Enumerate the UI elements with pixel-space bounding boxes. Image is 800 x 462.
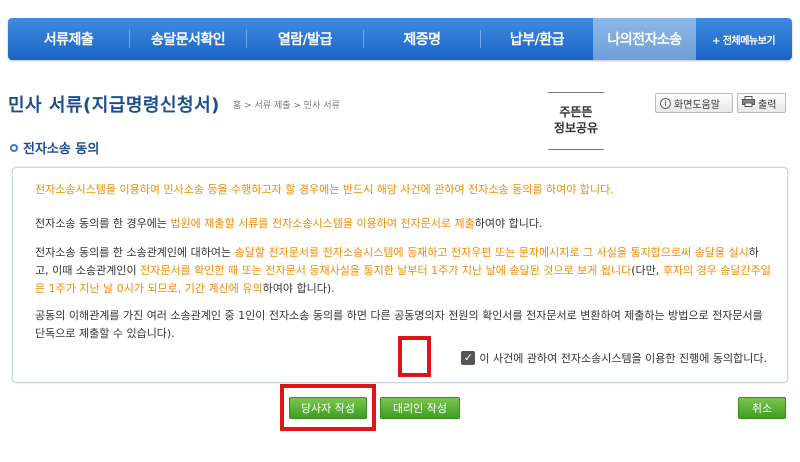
agree-checkbox[interactable]: ✓ xyxy=(461,351,476,365)
p3-text-4: 하여야 합니다). xyxy=(262,282,335,295)
info-icon: i xyxy=(660,97,671,109)
info-share-box[interactable]: 주뜬뜬 정보공유 xyxy=(548,92,604,150)
p2-highlight: 법원에 제출할 서류를 전자소송시스템을 이용하여 전자문서로 제출 xyxy=(170,217,475,230)
breadcrumb: 홈 > 서류 제출 > 민사 서류 xyxy=(233,101,340,111)
p2-text-end: 하여야 합니다. xyxy=(474,217,543,230)
share-line1: 주뜬뜬 xyxy=(559,105,593,119)
p2-text: 전자소송 동의를 한 경우에는 xyxy=(35,217,171,230)
nav-item-certificate[interactable]: 제증명 xyxy=(364,18,480,60)
p3-text: 전자소송 동의를 한 소송관계인에 대하여는 xyxy=(35,246,235,259)
print-button[interactable]: 출력 xyxy=(737,93,786,113)
p3-text-3: (다만, xyxy=(631,264,663,277)
cancel-button[interactable]: 취소 xyxy=(738,397,786,419)
share-line2: 정보공유 xyxy=(553,121,599,135)
p3-highlight-1: 송달할 전자문서를 전자소송시스템에 등재하고 전자우편 또는 문자메시지로 그… xyxy=(234,246,749,259)
screen-help-label: 화면도움말 xyxy=(674,99,720,111)
printer-icon xyxy=(742,96,755,110)
party-write-button[interactable]: 당사자 작성 xyxy=(289,397,367,419)
screen-help-button[interactable]: i 화면도움말 xyxy=(655,93,733,113)
print-label: 출력 xyxy=(758,99,777,111)
agree-label[interactable]: 이 사건에 관하여 전자소송시스템을 이용한 진행에 동의합니다. xyxy=(479,350,767,366)
circle-bullet-icon xyxy=(10,143,18,152)
consent-paragraph-2: 전자소송 동의를 한 경우에는 법원에 제출할 서류를 전자소송시스템을 이용하… xyxy=(35,215,771,233)
consent-paragraph-3: 전자소송 동의를 한 소송관계인에 대하여는 송달할 전자문서를 전자소송시스템… xyxy=(35,244,771,298)
nav-item-my-e-litigation[interactable]: 나의전자소송 xyxy=(593,18,696,60)
p3-highlight-2: 전자문서를 확인한 때 또는 전자문서 등재사실을 통지한 날부터 1주가 지난… xyxy=(140,264,632,277)
nav-item-submit-docs[interactable]: 서류제출 xyxy=(8,18,129,60)
all-menu-link[interactable]: + 전체메뉴보기 xyxy=(696,18,791,60)
page-title: 민사 서류(지급명령신청서) xyxy=(8,95,220,116)
section-heading: 전자소송 동의 xyxy=(10,138,99,157)
agent-write-button[interactable]: 대리인 작성 xyxy=(380,397,460,419)
nav-item-view-issue[interactable]: 열람/발급 xyxy=(247,18,363,60)
section-title: 전자소송 동의 xyxy=(23,142,100,157)
nav-item-payment[interactable]: 납부/환급 xyxy=(481,18,593,60)
consent-paragraph-1: 전자소송시스템을 이용하여 민사소송 등을 수행하고자 할 경우에는 반드시 해… xyxy=(35,183,614,196)
agree-row: ✓ 이 사건에 관하여 전자소송시스템을 이용한 진행에 동의합니다. xyxy=(461,350,767,366)
checkbox-highlight-frame xyxy=(398,336,431,377)
nav-item-service-docs[interactable]: 송달문서확인 xyxy=(130,18,246,60)
main-nav: 서류제출 송달문서확인 열람/발급 제증명 납부/환급 나의전자소송 + 전체메… xyxy=(8,18,792,60)
